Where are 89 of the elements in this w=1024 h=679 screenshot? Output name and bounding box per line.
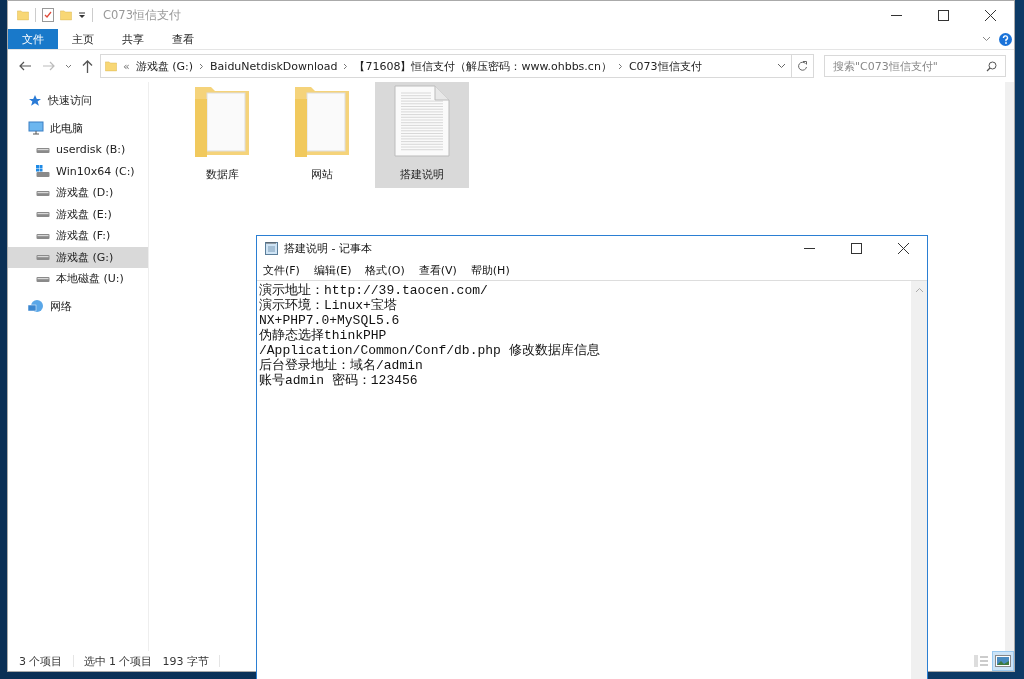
nav-item[interactable]: 游戏盘 (G:) <box>8 246 148 268</box>
text-line: 账号admin 密码：123456 <box>259 373 419 388</box>
network-icon <box>28 299 44 314</box>
file-name: 数据库 <box>205 167 239 182</box>
text-line: 后台登录地址：域名/admin <box>259 358 424 373</box>
window-title: 搭建说明 - 记事本 <box>284 240 372 256</box>
drive-icon <box>36 253 50 262</box>
nav-item[interactable]: 本地磁盘 (U:) <box>8 268 148 290</box>
nav-label: userdisk (B:) <box>56 143 126 157</box>
up-arrow-icon[interactable] <box>82 59 93 73</box>
chevron-down-icon[interactable] <box>982 36 991 42</box>
nav-label: Win10x64 (C:) <box>56 164 135 178</box>
help-icon[interactable] <box>999 32 1012 46</box>
search-icon <box>986 60 997 72</box>
address-bar[interactable]: « 游戏盘 (G:) BaiduNetdiskDownload 【71608】恒信支付（解压密码：www.ohbbs.cn） C073恒信支付 <box>100 54 814 78</box>
text-line: 演示环境：Linux+宝塔 <box>259 298 398 313</box>
checklist-icon[interactable] <box>42 8 54 22</box>
scrollbar-track[interactable] <box>911 281 927 679</box>
breadcrumb-item[interactable]: 游戏盘 (G:) <box>135 58 194 74</box>
scrollbar-track[interactable] <box>1005 82 1014 651</box>
windows-drive-icon <box>36 164 50 178</box>
status-text: 选中 1 个项目 <box>83 653 153 669</box>
ribbon-tab[interactable]: 共享 <box>108 29 158 49</box>
list-icon <box>974 655 988 667</box>
breadcrumb-item[interactable]: 【71608】恒信支付（解压密码：www.ohbbs.cn） <box>354 58 612 74</box>
breadcrumb-item[interactable]: BaiduNetdiskDownload <box>210 59 338 73</box>
text-line: /Application/Common/Conf/db.php 修改数据库信息 <box>259 343 601 358</box>
overflow-chevron[interactable]: « <box>123 59 130 73</box>
chevron-right-icon <box>199 62 205 70</box>
menu-item[interactable]: 编辑(E) <box>313 262 352 278</box>
nav-item[interactable]: 快速访问 <box>8 90 148 112</box>
picture-icon <box>995 655 1011 667</box>
drive-icon <box>36 188 50 197</box>
breadcrumb-item[interactable]: C073恒信支付 <box>628 58 702 74</box>
nav-item[interactable]: Win10x64 (C:) <box>8 160 148 182</box>
large-icons-view-button[interactable] <box>992 651 1014 671</box>
nav-label: 游戏盘 (F:) <box>56 228 111 244</box>
monitor-icon <box>28 121 44 136</box>
nav-label: 游戏盘 (G:) <box>56 249 114 265</box>
chevron-down-icon[interactable] <box>65 63 72 69</box>
file-item[interactable]: 搭建说明 <box>375 82 469 188</box>
nav-label: 网络 <box>50 298 72 314</box>
chevron-right-icon <box>343 62 349 70</box>
menu-item[interactable]: 格式(O) <box>365 262 405 278</box>
file-item[interactable]: 数据库 <box>175 82 269 188</box>
window-title: C073恒信支付 <box>103 7 181 23</box>
folder-icon <box>105 58 117 74</box>
ribbon-tab[interactable]: 主页 <box>58 29 108 49</box>
search-placeholder: 搜索"C073恒信支付" <box>833 58 938 74</box>
nav-label: 游戏盘 (D:) <box>56 185 114 201</box>
status-text: 3 个项目 <box>19 653 63 669</box>
file-name: 搭建说明 <box>400 167 444 182</box>
folder-icon <box>293 85 351 157</box>
nav-label: 快速访问 <box>48 93 92 109</box>
nav-item[interactable]: 游戏盘 (E:) <box>8 203 148 225</box>
ribbon-tab[interactable]: 查看 <box>158 29 208 49</box>
drive-icon <box>36 210 50 219</box>
back-arrow-icon[interactable] <box>19 61 32 71</box>
dropdown-icon[interactable] <box>78 11 86 19</box>
nav-item[interactable]: 游戏盘 (D:) <box>8 182 148 204</box>
notepad-icon <box>265 241 278 255</box>
nav-item[interactable]: 此电脑 <box>8 117 148 139</box>
nav-item[interactable]: userdisk (B:) <box>8 139 148 161</box>
text-area[interactable]: 演示地址：http://39.taocen.com/ 演示环境：Linux+宝塔 NX+PHP7.0+MySQL5.6 伪静态选择thinkPHP /Application/Common/Conf/db.php 修改数据库信息 后台登录地址：域名/admin 账号admin 密码：123456 <box>257 281 911 679</box>
nav-label: 本地磁盘 (U:) <box>56 271 124 287</box>
text-line: 演示地址：http://39.taocen.com/ <box>259 283 489 298</box>
text-line: 伪静态选择thinkPHP <box>259 328 388 343</box>
nav-label: 游戏盘 (E:) <box>56 206 112 222</box>
menu-item[interactable]: 文件(F) <box>263 262 300 278</box>
drive-icon <box>36 231 50 240</box>
file-item[interactable]: 网站 <box>275 82 369 188</box>
folder-icon <box>60 8 72 22</box>
nav-label: 此电脑 <box>50 120 83 136</box>
menu-item[interactable]: 查看(V) <box>418 262 457 278</box>
text-document-icon <box>394 85 450 157</box>
folder-icon <box>17 8 29 22</box>
drive-icon <box>36 274 50 283</box>
star-icon <box>28 93 42 108</box>
ribbon-tab[interactable]: 文件 <box>8 29 58 49</box>
folder-icon <box>193 85 251 157</box>
drive-icon <box>36 145 50 154</box>
nav-item[interactable]: 网络 <box>8 295 148 317</box>
nav-item[interactable]: 游戏盘 (F:) <box>8 225 148 247</box>
chevron-right-icon <box>617 62 623 70</box>
menu-item[interactable]: 帮助(H) <box>470 262 510 278</box>
text-line: NX+PHP7.0+MySQL5.6 <box>259 313 401 328</box>
search-field[interactable]: 搜索"C073恒信支付" <box>824 55 1006 77</box>
status-text: 193 字节 <box>162 653 209 669</box>
file-name: 网站 <box>311 167 333 182</box>
